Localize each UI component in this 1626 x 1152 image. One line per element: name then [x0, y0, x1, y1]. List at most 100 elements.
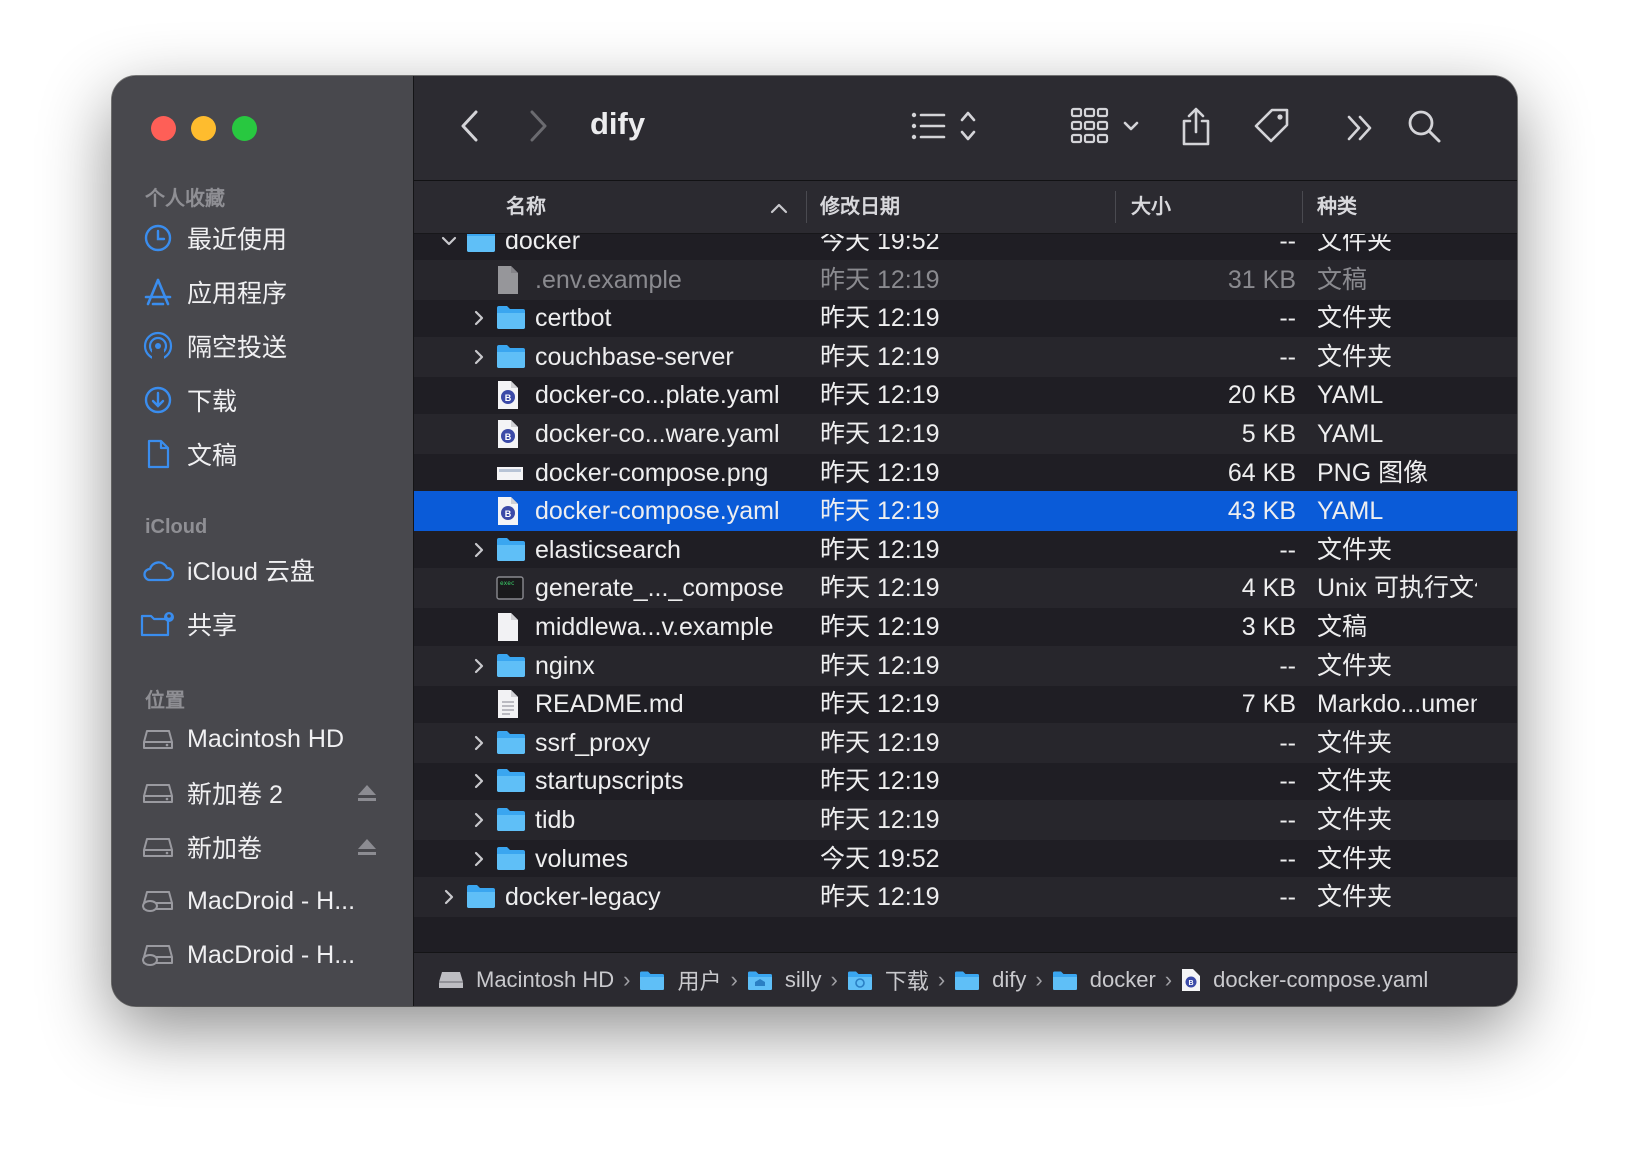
file-row[interactable]: certbot 昨天 12:19 -- 文件夹 [414, 298, 1517, 338]
path-segment[interactable]: 下载 [847, 964, 929, 996]
file-date: 昨天 12:19 [820, 497, 940, 526]
column-divider[interactable] [1115, 191, 1116, 223]
file-kind: YAML [1317, 497, 1384, 526]
eject-icon[interactable] [356, 836, 378, 863]
view-list-button[interactable] [908, 104, 988, 148]
file-row[interactable]: nginx 昨天 12:19 -- 文件夹 [414, 645, 1517, 686]
grid-view-icon [1070, 107, 1139, 144]
forward-button[interactable] [520, 108, 556, 144]
path-segment[interactable]: Macintosh HD [438, 967, 614, 993]
file-row[interactable]: docker-compose.png 昨天 12:19 64 KB PNG 图像 [414, 453, 1517, 493]
sidebar-item-macdroid-1[interactable]: MacDroid - H... [140, 878, 400, 924]
yaml-file-icon: B [496, 496, 520, 531]
file-row[interactable]: couchbase-server 昨天 12:19 -- 文件夹 [414, 336, 1517, 377]
chevron-right-icon[interactable] [470, 348, 488, 371]
toolbar: dify [414, 76, 1517, 181]
file-list: docker 今天 19:52 -- 文件夹 .env.example 昨天 12:19 3… [414, 234, 1517, 920]
sidebar-item-shared[interactable]: 共享 [140, 601, 400, 647]
chevron-right-icon[interactable] [470, 657, 488, 680]
file-row[interactable]: exec generate_..._compose 昨天 12:19 4 KB Unix… [414, 568, 1517, 609]
chevron-right-icon[interactable] [440, 888, 458, 911]
file-name: middlewa...v.example [535, 613, 774, 641]
search-icon [1408, 110, 1441, 143]
sidebar-item-volume[interactable]: 新加卷 [140, 824, 400, 870]
sort-ascending-icon[interactable] [770, 201, 788, 219]
folder-icon [496, 766, 526, 799]
column-size[interactable]: 大小 [1131, 181, 1171, 233]
back-button[interactable] [452, 108, 488, 144]
sidebar-item-recents[interactable]: 最近使用 [140, 215, 400, 261]
path-segment[interactable]: Bdocker-compose.yaml [1181, 967, 1428, 993]
file-row[interactable]: Bdocker-compose.yaml 昨天 12:19 43 KB YAML [414, 491, 1517, 532]
minimize-window-button[interactable] [191, 116, 216, 141]
file-row[interactable]: .env.example 昨天 12:19 31 KB 文稿 [414, 259, 1517, 300]
group-button[interactable] [1068, 102, 1148, 150]
zoom-window-button[interactable] [232, 116, 257, 141]
chevron-down-icon[interactable] [440, 234, 458, 255]
path-segment[interactable]: silly [747, 967, 822, 993]
search-button[interactable] [1404, 104, 1444, 148]
sidebar-item-applications[interactable]: 应用程序 [140, 269, 400, 315]
path-segment[interactable]: 用户 [639, 964, 722, 996]
path-separator: › [1035, 966, 1043, 992]
applications-icon [140, 275, 176, 309]
more-toolbar-button[interactable] [1342, 108, 1378, 148]
chevron-right-icon[interactable] [470, 772, 488, 795]
chevron-right-icon[interactable] [470, 811, 488, 834]
sidebar-item-label: 最近使用 [187, 226, 288, 254]
file-name: startupscripts [535, 767, 684, 796]
sidebar-item-airdrop[interactable]: 隔空投送 [140, 323, 400, 369]
column-name[interactable]: 名称 [506, 181, 546, 233]
file-row[interactable]: images 昨天 12:19 -- 文件夹 [414, 916, 1517, 920]
file-name: README.md [535, 690, 684, 719]
file-date: 昨天 12:19 [820, 265, 940, 294]
column-divider[interactable] [806, 191, 807, 223]
sidebar-item-label: 新加卷 [187, 835, 263, 863]
folder-icon [496, 342, 526, 375]
file-size: -- [1279, 728, 1296, 757]
path-segment[interactable]: docker [1052, 967, 1156, 993]
file-row[interactable]: startupscripts 昨天 12:19 -- 文件夹 [414, 761, 1517, 801]
file-row[interactable]: docker-legacy 昨天 12:19 -- 文件夹 [414, 877, 1517, 918]
sidebar-section-locations: 位置 [145, 690, 185, 712]
tag-button[interactable] [1250, 104, 1294, 148]
clock-icon [140, 221, 176, 255]
file-row[interactable]: Bdocker-co...ware.yaml 昨天 12:19 5 KB YAML [414, 414, 1517, 454]
yaml-file-icon: B [496, 380, 520, 415]
file-row[interactable]: elasticsearch 昨天 12:19 -- 文件夹 [414, 530, 1517, 570]
file-row[interactable]: middlewa...v.example 昨天 12:19 3 KB 文稿 [414, 607, 1517, 647]
sidebar-item-macintosh-hd[interactable]: Macintosh HD [140, 716, 400, 762]
folder-icon [466, 234, 496, 259]
chevron-right-icon[interactable] [470, 734, 488, 757]
eject-icon[interactable] [356, 782, 378, 809]
column-divider[interactable] [1302, 191, 1303, 223]
sidebar-item-macdroid-2[interactable]: MacDroid - H... [140, 932, 400, 978]
share-button[interactable] [1176, 102, 1216, 150]
sidebar-section-icloud: iCloud [145, 516, 208, 538]
sidebar-item-downloads[interactable]: 下载 [140, 377, 400, 423]
file-row[interactable]: docker 今天 19:52 -- 文件夹 [414, 234, 1517, 261]
chevron-right-icon[interactable] [470, 541, 488, 564]
chevron-right-icon[interactable] [470, 850, 488, 873]
file-row[interactable]: README.md 昨天 12:19 7 KB Markdo...ument [414, 684, 1517, 724]
file-name: docker-legacy [505, 883, 661, 912]
chevron-right-icon[interactable] [470, 309, 488, 332]
column-date[interactable]: 修改日期 [820, 181, 900, 233]
column-kind[interactable]: 种类 [1317, 181, 1357, 233]
file-size: -- [1114, 916, 1296, 920]
sidebar-item-volume-2[interactable]: 新加卷 2 [140, 770, 400, 816]
file-row[interactable]: ssrf_proxy 昨天 12:19 -- 文件夹 [414, 722, 1517, 763]
path-segment[interactable]: dify [954, 967, 1026, 993]
file-row[interactable]: Bdocker-co...plate.yaml 昨天 12:19 20 KB YAML [414, 375, 1517, 415]
sidebar-item-documents[interactable]: 文稿 [140, 431, 400, 477]
share-icon [1182, 107, 1210, 146]
close-window-button[interactable] [151, 116, 176, 141]
file-kind: 文件夹 [1317, 234, 1393, 255]
file-date: 昨天 12:19 [820, 883, 940, 912]
sidebar-item-icloud-drive[interactable]: iCloud 云盘 [140, 547, 400, 593]
file-row[interactable]: tidb 昨天 12:19 -- 文件夹 [414, 800, 1517, 840]
path-separator: › [830, 966, 838, 992]
file-name: docker-compose.png [535, 458, 769, 487]
path-separator: › [937, 966, 946, 992]
file-row[interactable]: volumes 今天 19:52 -- 文件夹 [414, 839, 1517, 879]
